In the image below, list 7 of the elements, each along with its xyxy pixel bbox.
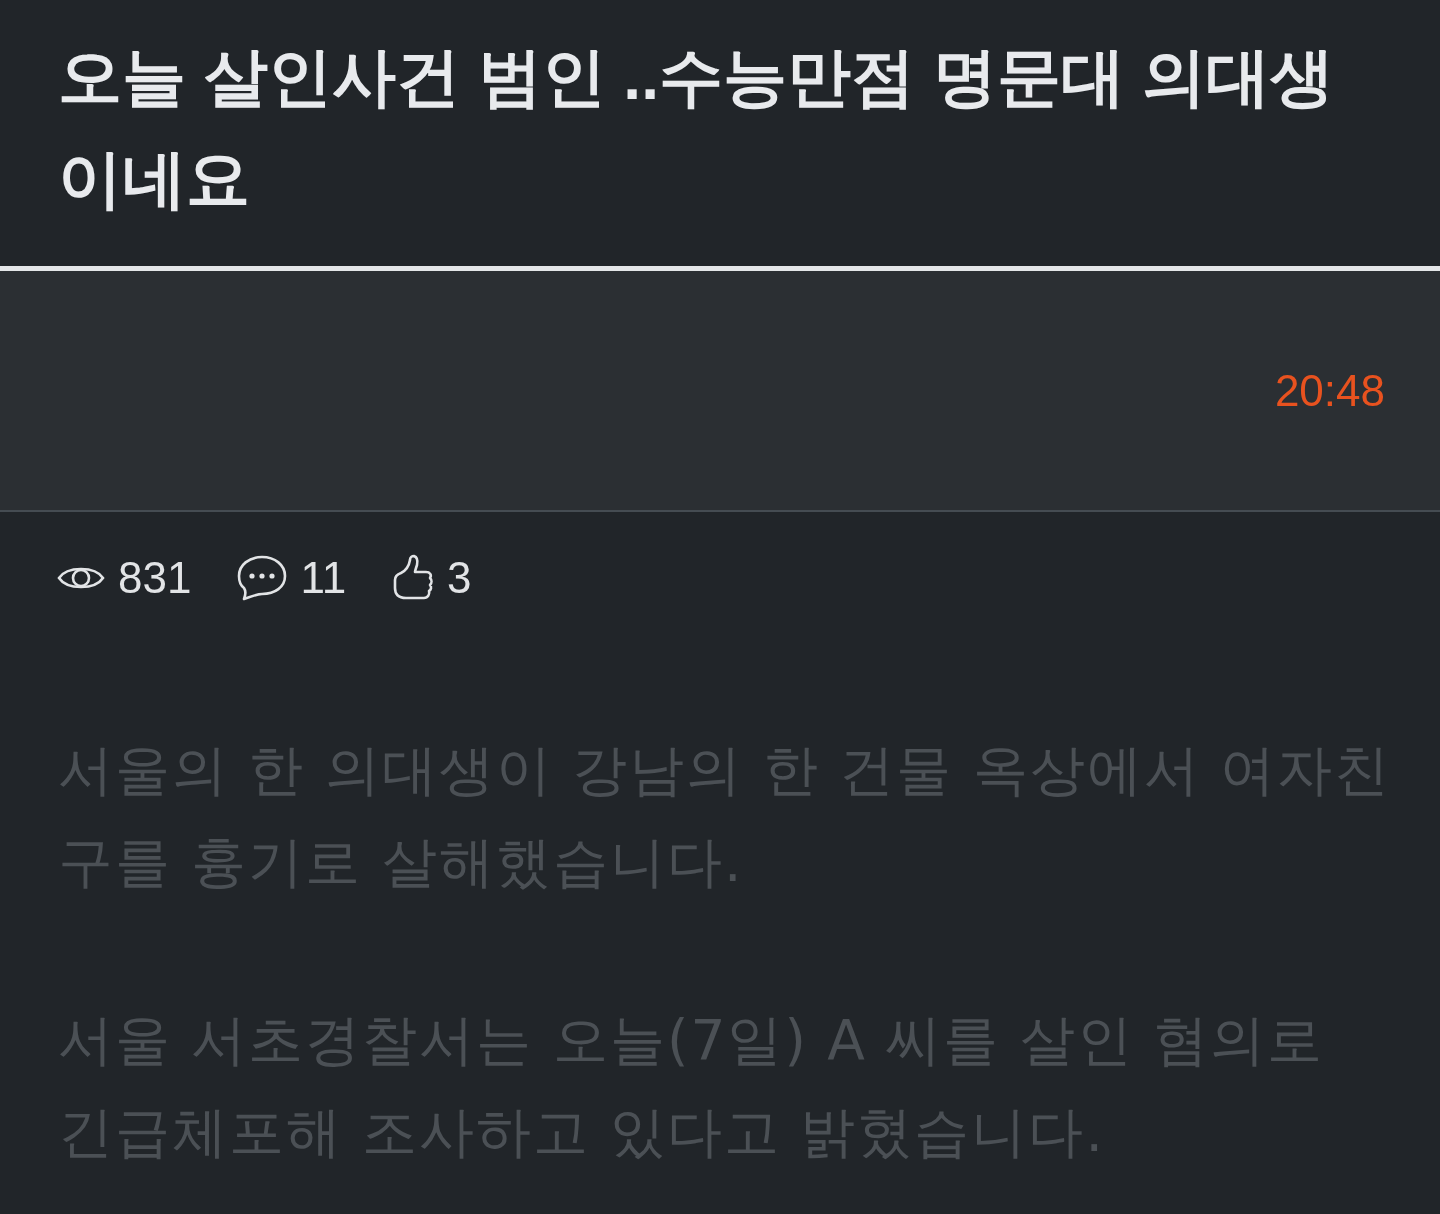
view-count: 831	[118, 552, 192, 604]
thumbs-up-icon	[392, 554, 435, 602]
speech-bubble-icon	[237, 555, 288, 601]
post-title: 오늘 살인사건 범인 ..수능만점 명문대 의대생 이네요	[58, 40, 1336, 217]
post-time: 20:48	[1274, 364, 1385, 417]
comment-count: 11	[300, 552, 347, 604]
like-count: 3	[447, 552, 472, 604]
